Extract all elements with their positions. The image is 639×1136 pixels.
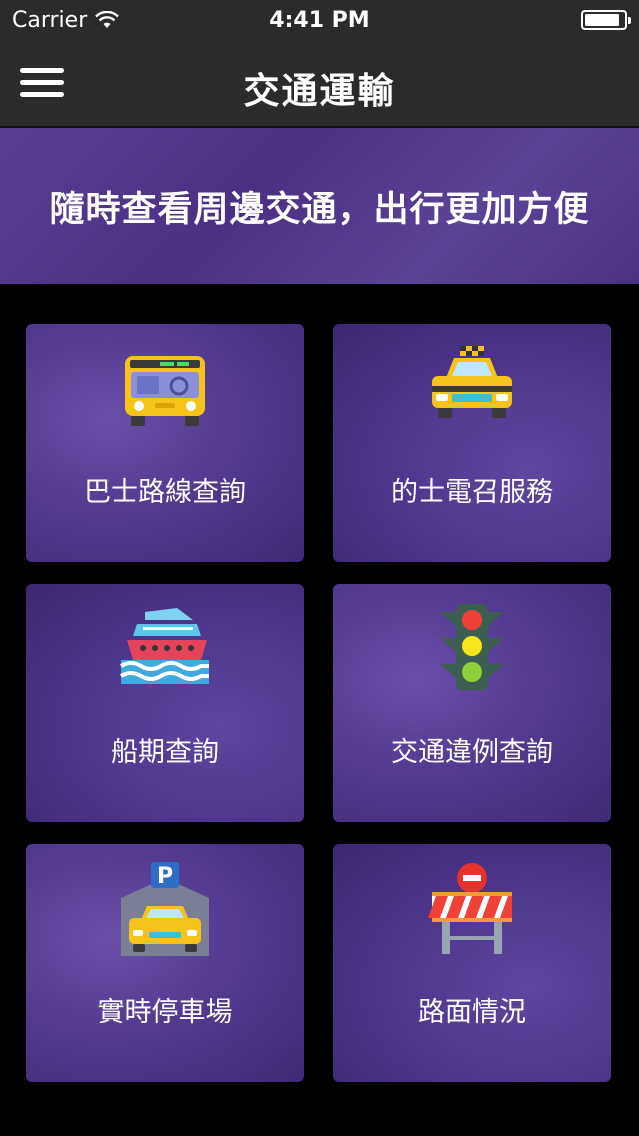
tile-bus-route[interactable]: 巴士路線查詢 [26, 324, 304, 562]
battery-fill [585, 14, 620, 26]
parking-icon: P [121, 862, 209, 956]
banner: 隨時查看周邊交通，出行更加方便 [0, 128, 639, 284]
tile-taxi-call[interactable]: 的士電召服務 [333, 324, 611, 562]
tile-label: 巴士路線查詢 [84, 477, 246, 508]
tile-label: 交通違例查詢 [391, 737, 553, 768]
roadblock-icon [428, 863, 512, 954]
battery-icon [581, 10, 631, 30]
banner-text: 隨時查看周邊交通，出行更加方便 [49, 189, 590, 230]
tile-road-condition[interactable]: 路面情況 [333, 844, 611, 1082]
bus-icon [125, 356, 205, 426]
ferry-icon [119, 608, 209, 684]
tile-label: 的士電召服務 [391, 477, 553, 508]
tile-parking[interactable]: P 實時停車場 [26, 844, 304, 1082]
carrier-label: Carrier [12, 7, 88, 33]
nav-bar: 交通運輸 [0, 40, 639, 128]
tile-label: 路面情況 [418, 997, 526, 1028]
status-left: Carrier [12, 7, 120, 33]
wifi-icon [95, 11, 120, 28]
tile-traffic-violation[interactable]: 交通違例查詢 [333, 584, 611, 822]
taxi-icon [432, 346, 512, 418]
tile-label: 船期查詢 [111, 737, 219, 768]
svg-text:P: P [157, 864, 173, 889]
page-title: 交通運輸 [243, 71, 396, 112]
traffic-light-icon [440, 604, 504, 690]
status-bar: Carrier 4:41 PM [0, 0, 639, 40]
tile-ferry-schedule[interactable]: 船期查詢 [26, 584, 304, 822]
tile-label: 實時停車場 [97, 997, 233, 1028]
